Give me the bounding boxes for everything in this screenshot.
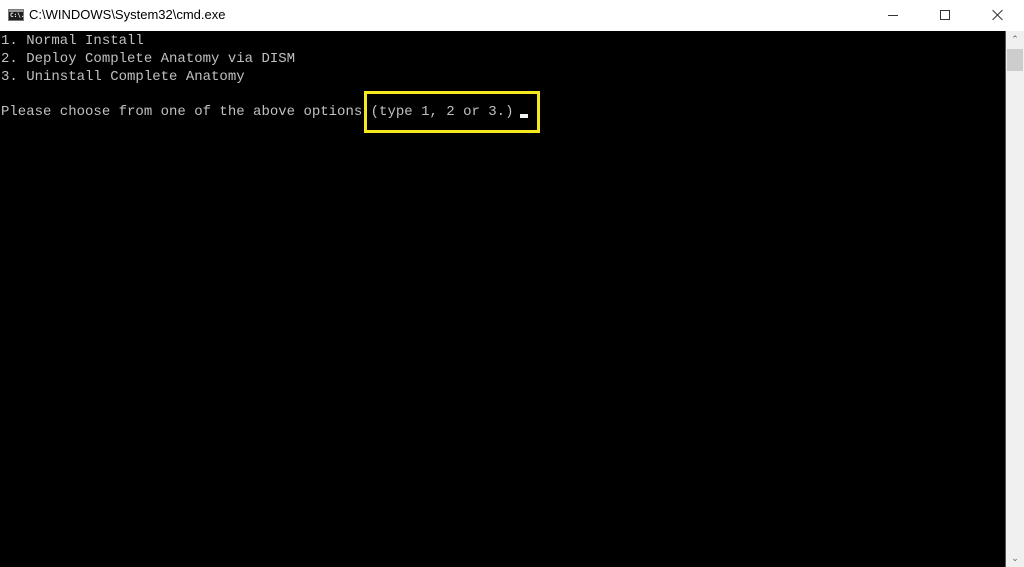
chevron-down-icon: ⌄ — [1011, 553, 1019, 563]
highlight-box — [364, 91, 540, 133]
console-line-option-2: 2. Deploy Complete Anatomy via DISM — [1, 51, 296, 67]
title-bar[interactable]: C:\. C:\WINDOWS\System32\cmd.exe — [0, 0, 1024, 31]
maximize-button[interactable] — [922, 0, 968, 30]
console-line-option-3: 3. Uninstall Complete Anatomy — [1, 69, 245, 85]
console-output[interactable]: 1. Normal Install 2. Deploy Complete Ana… — [0, 31, 1006, 567]
minimize-button[interactable] — [870, 0, 916, 30]
scroll-thumb[interactable] — [1007, 49, 1023, 71]
vertical-scrollbar[interactable]: ⌃ ⌄ — [1006, 31, 1024, 567]
scroll-up-button[interactable]: ⌃ — [1006, 31, 1024, 48]
window-title: C:\WINDOWS\System32\cmd.exe — [29, 7, 226, 22]
minimize-icon — [888, 14, 898, 16]
close-icon — [992, 9, 1004, 21]
cmd-window: C:\. C:\WINDOWS\System32\cmd.exe 1. Norm… — [0, 0, 1024, 567]
scroll-down-button[interactable]: ⌄ — [1006, 550, 1024, 567]
close-button[interactable] — [975, 0, 1021, 30]
chevron-up-icon: ⌃ — [1011, 34, 1019, 44]
console-line-option-1: 1. Normal Install — [1, 33, 144, 49]
cmd-icon[interactable]: C:\. — [8, 9, 24, 21]
maximize-icon — [940, 10, 950, 20]
